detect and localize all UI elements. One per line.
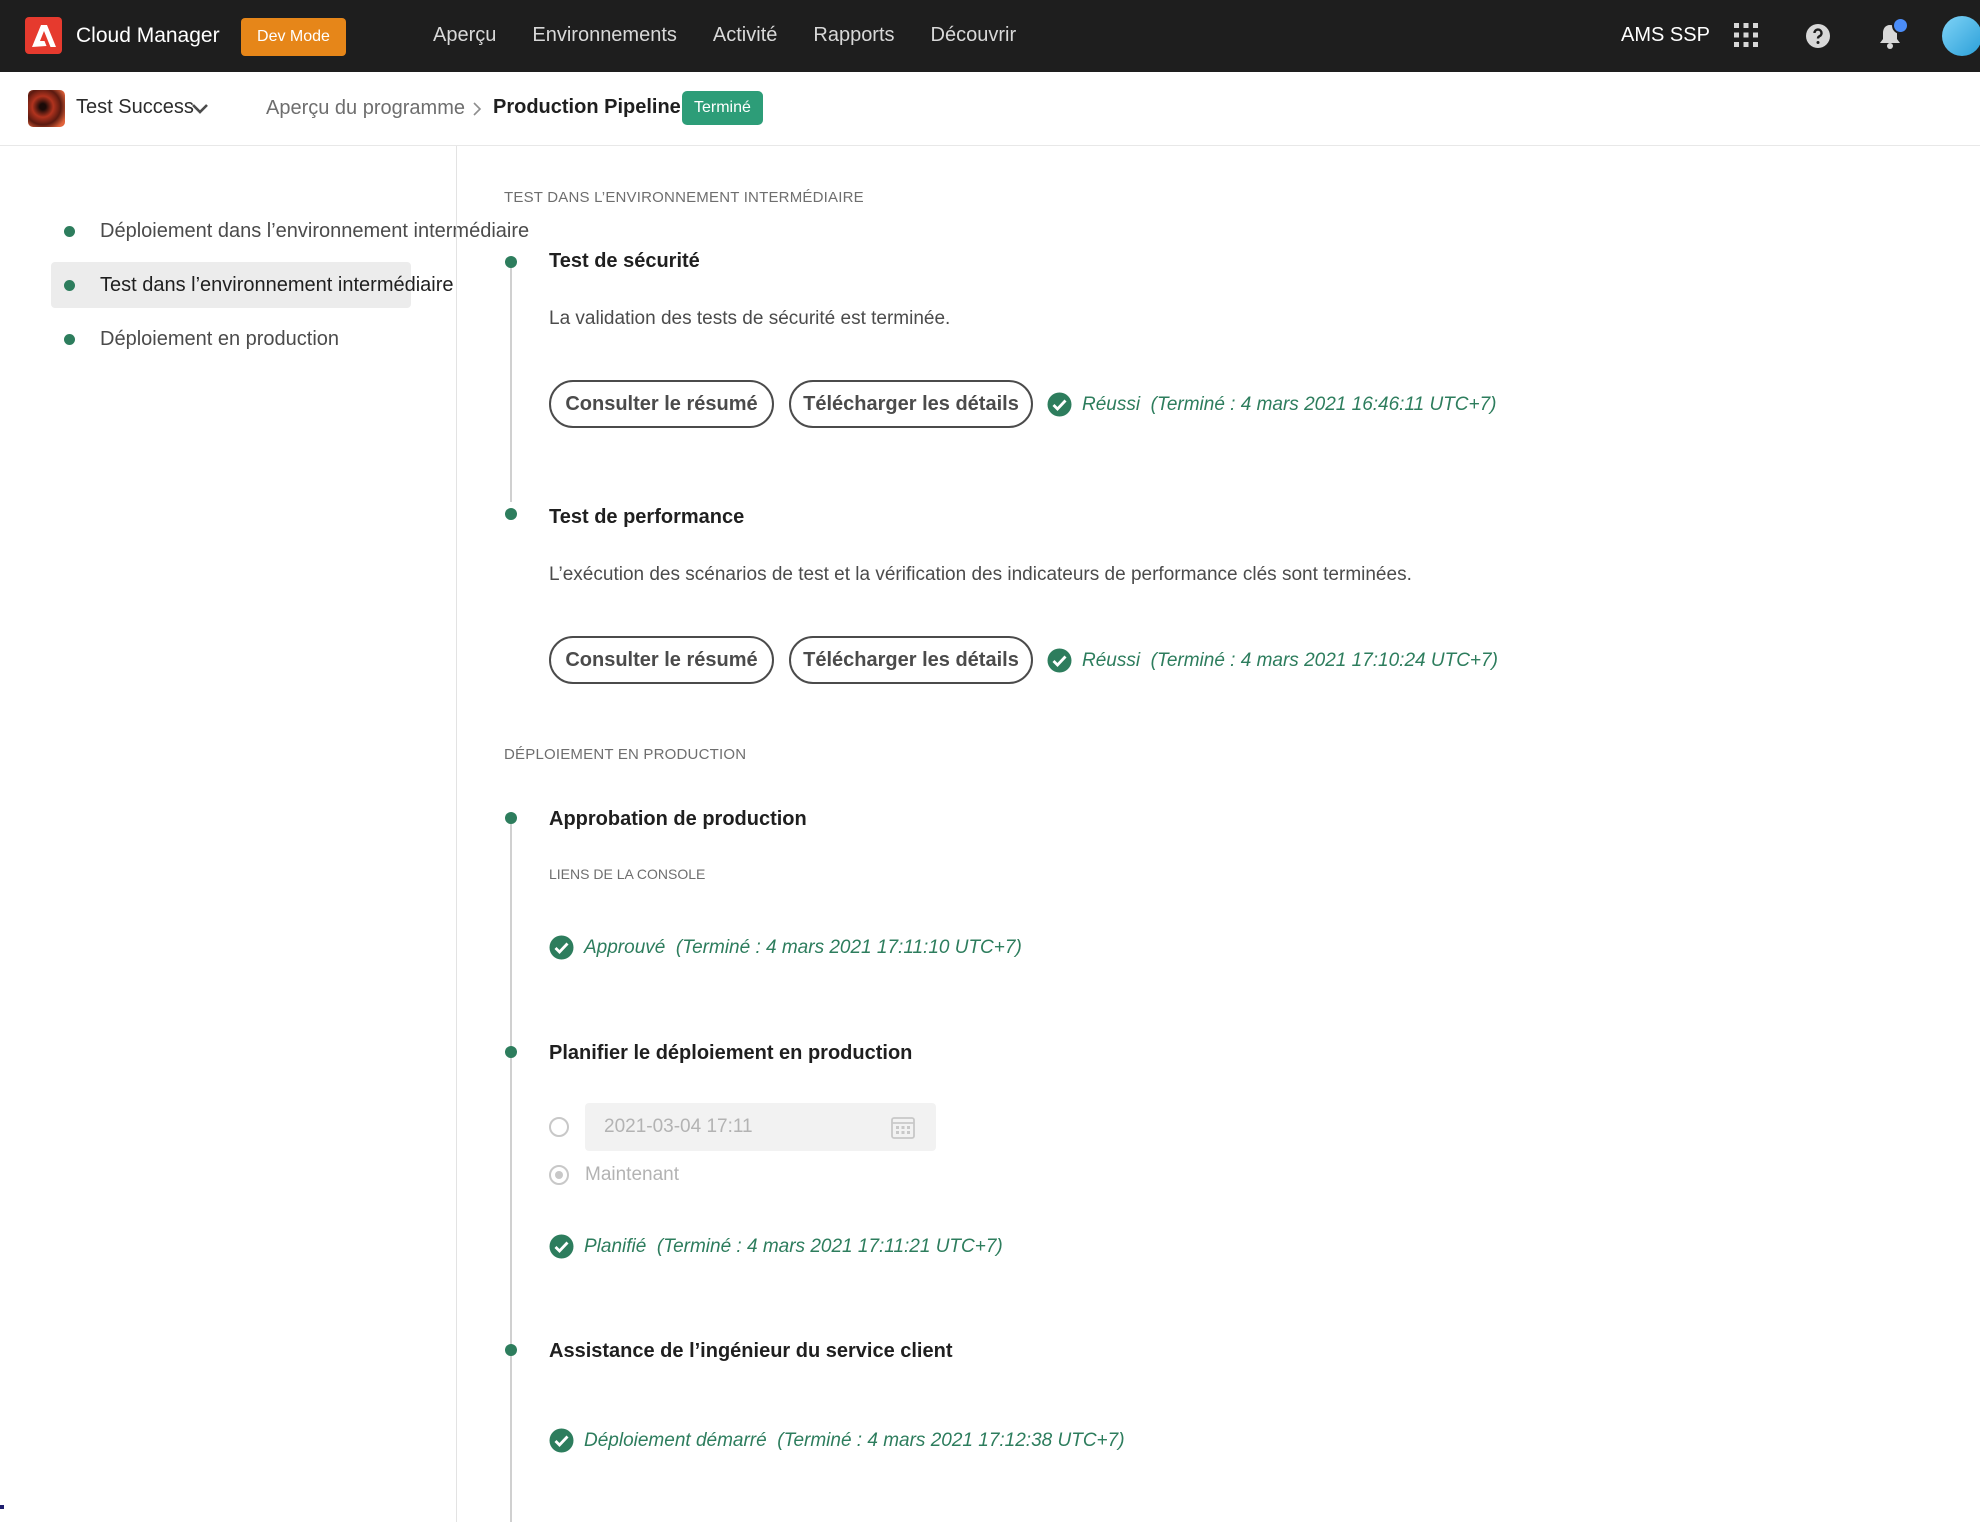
leftnav-item-stage-deployment[interactable]: Déploiement dans l’environnement intermé…: [51, 208, 529, 254]
step-status-dot: [64, 279, 75, 291]
step-status-dot: [505, 1046, 517, 1058]
program-name[interactable]: Test Success: [76, 96, 194, 119]
app-title[interactable]: Cloud Manager: [76, 24, 220, 48]
cse-status: Déploiement démarré (Terminé : 4 mars 20…: [549, 1428, 1125, 1453]
chevron-right-icon: [473, 102, 482, 116]
schedule-production-title: Planifier le déploiement en production: [549, 1042, 913, 1064]
console-links-label: LIENS DE LA CONSOLE: [549, 866, 706, 882]
leftnav-divider: [456, 146, 457, 1522]
step-status-dot: [505, 256, 517, 268]
checkmark-circle-icon: [1047, 648, 1072, 673]
performance-test-title: Test de performance: [549, 506, 745, 528]
nav-item-environnements[interactable]: Environnements: [532, 24, 677, 47]
checkmark-circle-icon: [549, 1234, 574, 1259]
schedule-date-radio[interactable]: [549, 1117, 569, 1137]
leftnav-item-label: Déploiement dans l’environnement intermé…: [100, 219, 530, 242]
breadcrumb-program-overview[interactable]: Aperçu du programme: [266, 97, 465, 120]
status-timestamp: (Terminé : 4 mars 2021 16:46:11 UTC+7): [1150, 393, 1497, 415]
apps-grid-icon[interactable]: [1733, 22, 1759, 48]
corner-artifact: [0, 1505, 4, 1509]
schedule-now-radio[interactable]: [549, 1165, 569, 1185]
performance-download-details-button[interactable]: Télécharger les détails: [789, 636, 1033, 684]
top-bar: Cloud Manager Dev Mode Aperçu Environnem…: [0, 0, 1980, 72]
status-label: Planifié: [584, 1235, 647, 1257]
leftnav-item-stage-testing[interactable]: Test dans l’environnement intermédiaire: [51, 262, 454, 308]
status-timestamp: (Terminé : 4 mars 2021 17:11:21 UTC+7): [656, 1235, 1003, 1257]
section-heading-production: DÉPLOIEMENT EN PRODUCTION: [504, 746, 747, 763]
approval-status: Approuvé (Terminé : 4 mars 2021 17:11:10…: [549, 935, 1022, 960]
step-status-dot: [64, 225, 75, 237]
checkmark-circle-icon: [1047, 392, 1072, 417]
status-label: Déploiement démarré: [584, 1429, 767, 1451]
program-thumbnail: [28, 90, 65, 127]
security-status: Réussi (Terminé : 4 mars 2021 16:46:11 U…: [1047, 392, 1497, 417]
leftnav-item-production-deployment[interactable]: Déploiement en production: [51, 316, 339, 362]
schedule-now-label: Maintenant: [585, 1164, 680, 1185]
step-status-dot: [505, 1344, 517, 1356]
cse-assistance-title: Assistance de l’ingénieur du service cli…: [549, 1340, 953, 1362]
status-timestamp: (Terminé : 4 mars 2021 17:11:10 UTC+7): [675, 936, 1022, 958]
nav-item-apercu[interactable]: Aperçu: [433, 24, 496, 47]
nav-item-rapports[interactable]: Rapports: [813, 24, 894, 47]
performance-view-summary-button[interactable]: Consulter le résumé: [549, 636, 774, 684]
dev-mode-button[interactable]: Dev Mode: [241, 18, 346, 56]
schedule-date-input[interactable]: 2021-03-04 17:11: [585, 1103, 936, 1151]
checkmark-circle-icon: [549, 1428, 574, 1453]
step-status-dot: [505, 812, 517, 824]
status-timestamp: (Terminé : 4 mars 2021 17:10:24 UTC+7): [1150, 649, 1498, 671]
adobe-logo-icon[interactable]: [25, 17, 62, 54]
security-download-details-button[interactable]: Télécharger les détails: [789, 380, 1033, 428]
program-header: Test Success Aperçu du programme Product…: [0, 72, 1980, 146]
schedule-status: Planifié (Terminé : 4 mars 2021 17:11:21…: [549, 1234, 1003, 1259]
calendar-icon[interactable]: [890, 1114, 916, 1140]
nav-item-activite[interactable]: Activité: [713, 24, 777, 47]
leftnav-item-label: Test dans l’environnement intermédiaire: [100, 273, 454, 296]
main-nav: Aperçu Environnements Activité Rapports …: [433, 24, 1052, 47]
security-test-title: Test de sécurité: [549, 250, 700, 272]
performance-test-description: L’exécution des scénarios de test et la …: [549, 564, 1412, 585]
status-timestamp: (Terminé : 4 mars 2021 17:12:38 UTC+7): [777, 1429, 1125, 1451]
timeline-connector: [510, 266, 512, 502]
status-label: Approuvé: [584, 936, 666, 958]
section-heading-stage-testing: TEST DANS L’ENVIRONNEMENT INTERMÉDIAIRE: [504, 189, 864, 206]
step-status-dot: [64, 333, 75, 345]
breadcrumb-current-pipeline: Production Pipeline: [493, 96, 681, 118]
production-approval-title: Approbation de production: [549, 808, 807, 830]
org-switcher[interactable]: AMS SSP: [1621, 24, 1710, 47]
status-badge: Terminé: [682, 91, 763, 125]
leftnav-item-label: Déploiement en production: [100, 327, 340, 350]
status-label: Réussi: [1082, 649, 1141, 671]
notification-badge: [1892, 17, 1909, 34]
user-avatar[interactable]: [1942, 16, 1980, 56]
help-icon[interactable]: [1805, 23, 1831, 49]
timeline-connector: [510, 824, 512, 1522]
security-test-description: La validation des tests de sécurité est …: [549, 308, 951, 329]
checkmark-circle-icon: [549, 935, 574, 960]
step-status-dot: [505, 508, 517, 520]
performance-status: Réussi (Terminé : 4 mars 2021 17:10:24 U…: [1047, 648, 1498, 673]
chevron-down-icon[interactable]: [190, 99, 210, 119]
security-view-summary-button[interactable]: Consulter le résumé: [549, 380, 774, 428]
status-label: Réussi: [1082, 393, 1141, 415]
nav-item-decouvrir[interactable]: Découvrir: [931, 24, 1017, 47]
